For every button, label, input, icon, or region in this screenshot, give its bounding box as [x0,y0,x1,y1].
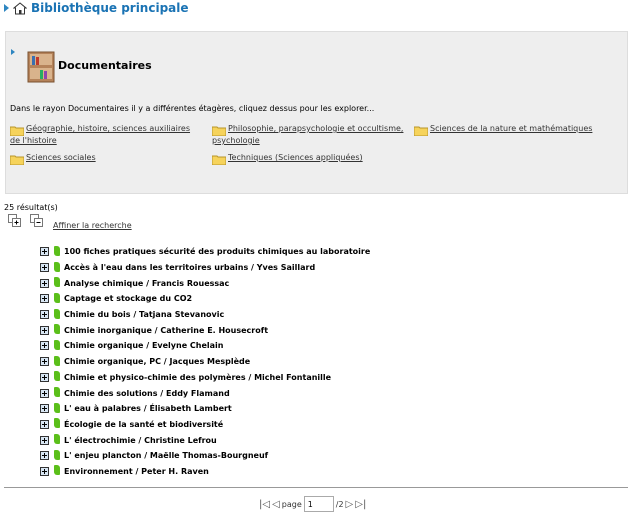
expand-icon[interactable] [40,419,49,429]
item-title[interactable]: Chimie organique, PC / Jacques Mesplède [64,357,250,366]
book-icon [54,434,60,445]
book-icon [54,449,60,460]
book-icon [54,465,60,476]
item-title[interactable]: 100 fiches pratiques sécurité des produi… [64,247,370,256]
book-icon [54,355,60,366]
refine-search-link[interactable]: Affiner la recherche [53,221,132,230]
list-item: Chimie organique, PC / Jacques Mesplède [40,354,370,370]
pagination: |◁ ◁ page /2 ▷ ▷| [259,495,366,513]
folder-icon [212,155,226,165]
list-item: L' enjeu plancton / Maëlle Thomas-Bourgn… [40,448,370,464]
list-item: Chimie organique / Evelyne Chelain [40,338,370,354]
book-icon [54,292,60,303]
category-link-sciences-nature[interactable]: Sciences de la nature et mathématiques [414,124,624,136]
book-icon [54,402,60,413]
next-page-icon[interactable]: ▷ [346,499,354,510]
expand-icon[interactable] [40,278,49,288]
shelf-description: Dans le rayon Documentaires il y a diffé… [10,104,375,113]
page-total: /2 [335,499,344,509]
expand-icon[interactable] [40,263,49,273]
list-item: L' eau à palabres / Élisabeth Lambert [40,401,370,417]
category-link-techniques[interactable]: Techniques (Sciences appliquées) [212,153,422,165]
item-title[interactable]: Environnement / Peter H. Raven [64,467,209,476]
home-icon [13,1,27,14]
first-page-icon[interactable]: |◁ [259,499,270,510]
expand-icon[interactable] [40,388,49,398]
item-title[interactable]: Accès à l'eau dans les territoires urbai… [64,263,315,272]
list-item: Accès à l'eau dans les territoires urbai… [40,260,370,276]
book-icon [54,245,60,256]
item-title[interactable]: Chimie du bois / Tatjana Stevanovic [64,310,224,319]
collapse-all-icon[interactable] [30,214,43,227]
breadcrumb: Bibliothèque principale [4,0,189,16]
list-item: Chimie et physico-chimie des polymères /… [40,370,370,386]
list-item: 100 fiches pratiques sécurité des produi… [40,244,370,260]
item-title[interactable]: Écologie de la santé et biodiversité [64,420,223,429]
expand-icon[interactable] [40,247,49,257]
list-item: Chimie du bois / Tatjana Stevanovic [40,307,370,323]
expand-icon[interactable] [40,310,49,320]
shelf-panel: Documentaires Dans le rayon Documentaire… [5,31,628,194]
item-title[interactable]: Analyse chimique / Francis Rouessac [64,279,229,288]
previous-page-icon[interactable]: ◁ [272,499,280,510]
folder-icon [414,126,428,136]
last-page-icon[interactable]: ▷| [355,499,366,510]
folder-icon [10,155,24,165]
category-link-social-sciences[interactable]: Sciences sociales [10,153,210,165]
item-title[interactable]: Captage et stockage du CO2 [64,294,192,303]
expand-icon[interactable] [40,451,49,461]
item-title[interactable]: Chimie inorganique / Catherine E. Housec… [64,326,268,335]
item-title[interactable]: Chimie et physico-chimie des polymères /… [64,373,331,382]
result-count: 25 résultat(s) [4,203,58,212]
expand-icon[interactable] [40,325,49,335]
list-item: Analyse chimique / Francis Rouessac [40,275,370,291]
book-icon [54,308,60,319]
book-icon [54,261,60,272]
library-title[interactable]: Bibliothèque principale [31,1,189,15]
collapse-arrow-icon[interactable] [11,49,15,55]
page-number-input[interactable] [303,496,334,512]
divider [4,487,628,488]
book-icon [54,324,60,335]
expand-icon[interactable] [40,341,49,351]
bookshelf-icon [27,51,55,83]
expand-icon[interactable] [40,357,49,367]
category-link-philosophy[interactable]: Philosophie, parapsychologie et occultis… [212,124,422,145]
expand-icon[interactable] [40,372,49,382]
results-list: 100 fiches pratiques sécurité des produi… [40,244,370,479]
list-item: Chimie des solutions / Eddy Flamand [40,385,370,401]
list-item: Écologie de la santé et biodiversité [40,417,370,433]
book-icon [54,277,60,288]
book-icon [54,339,60,350]
book-icon [54,418,60,429]
expand-icon[interactable] [40,294,49,304]
page-label: page [281,499,302,509]
folder-icon [212,126,226,136]
item-title[interactable]: Chimie organique / Evelyne Chelain [64,341,223,350]
expand-icon[interactable] [40,435,49,445]
item-title[interactable]: L' enjeu plancton / Maëlle Thomas-Bourgn… [64,451,268,460]
folder-icon [10,126,24,136]
item-title[interactable]: L' eau à palabres / Élisabeth Lambert [64,404,232,413]
expand-icon[interactable] [40,404,49,414]
shelf-title: Documentaires [58,59,152,72]
book-icon [54,387,60,398]
item-title[interactable]: L' électrochimie / Christine Lefrou [64,436,217,445]
expand-arrow-icon [4,4,9,12]
expand-icon[interactable] [40,466,49,476]
list-item: L' électrochimie / Christine Lefrou [40,432,370,448]
list-item: Environnement / Peter H. Raven [40,464,370,480]
book-icon [54,371,60,382]
list-item: Chimie inorganique / Catherine E. Housec… [40,322,370,338]
category-link-geography[interactable]: Géographie, histoire, sciences auxiliair… [10,124,210,145]
expand-all-icon[interactable] [8,214,21,227]
item-title[interactable]: Chimie des solutions / Eddy Flamand [64,389,230,398]
list-item: Captage et stockage du CO2 [40,291,370,307]
